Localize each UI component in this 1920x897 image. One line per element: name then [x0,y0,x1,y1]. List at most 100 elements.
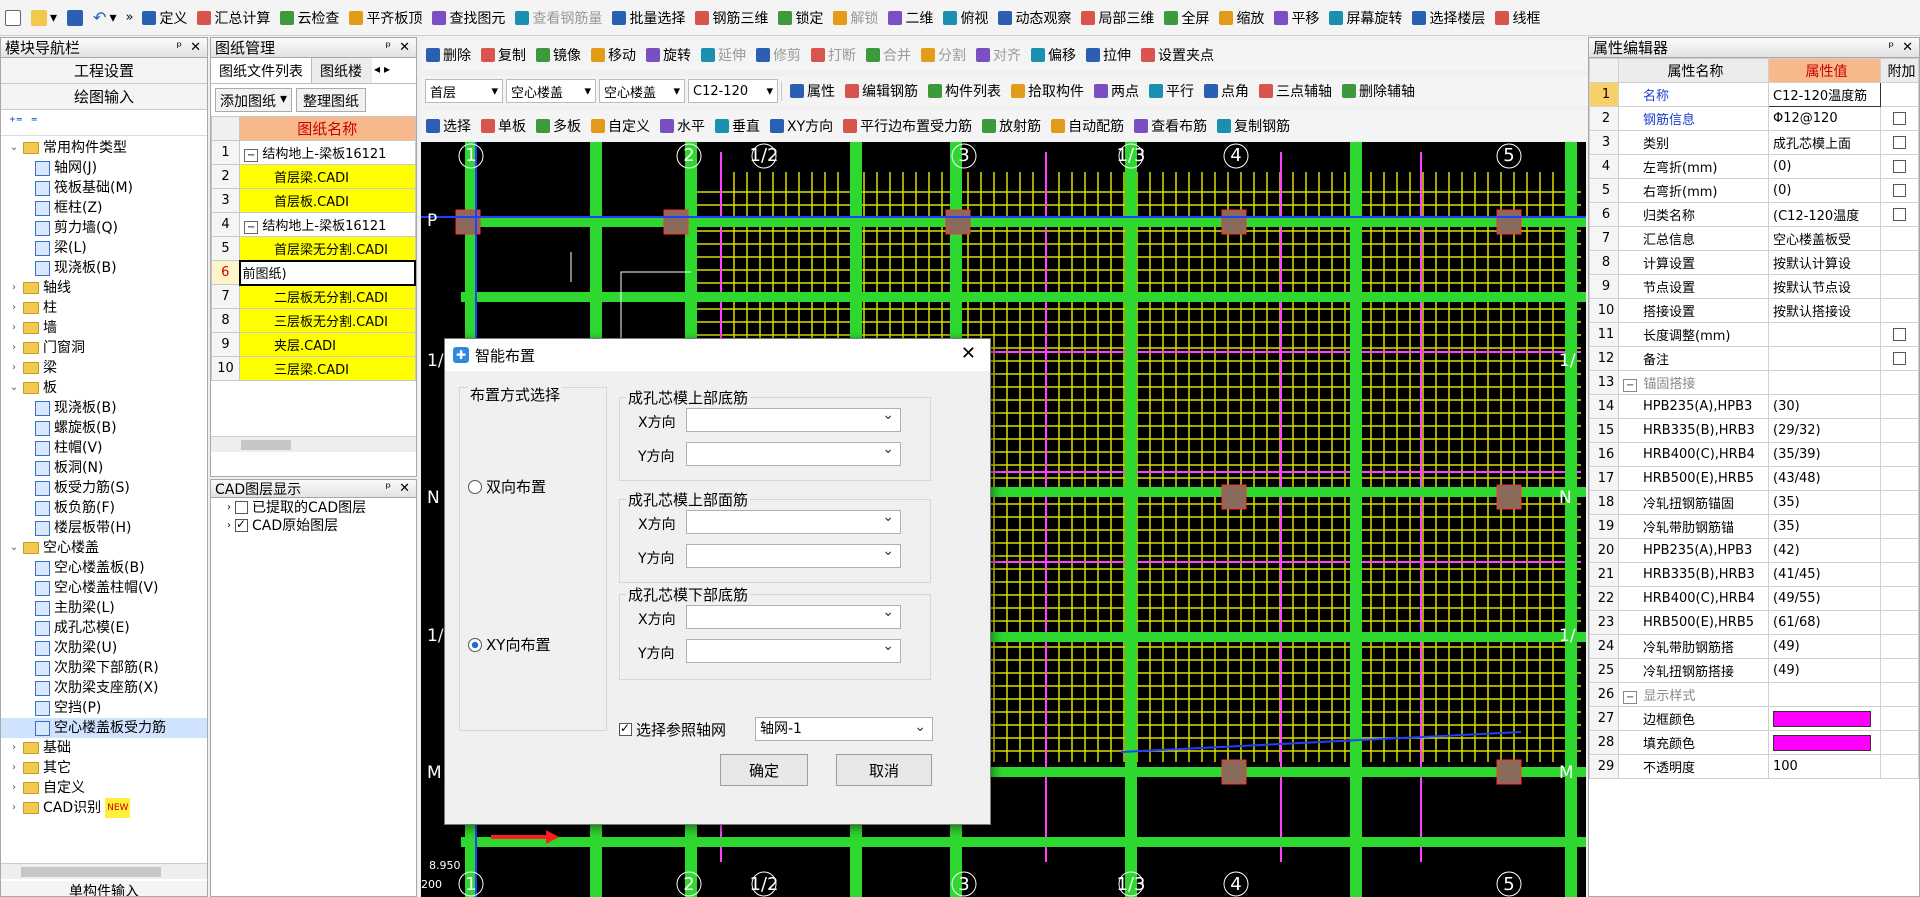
toolbar2-button-3[interactable]: 移动 [586,43,641,67]
toolbar1-button-9[interactable]: 解锁 [828,6,883,30]
radio-bidirectional[interactable]: 双向布置 [468,476,546,497]
drawing-row[interactable]: 6 前图纸) [211,259,416,286]
checkbox-icon[interactable] [1893,352,1906,365]
tree-item[interactable]: › 其它 [1,758,207,778]
expand-toggle-icon[interactable]: › [227,502,231,513]
toolbar1-button-15[interactable]: 缩放 [1214,6,1269,30]
toolbar2-button-5[interactable]: 延伸 [696,43,751,67]
tree-item[interactable]: 梁(L) [1,238,207,258]
prop-value-cell[interactable]: (49/55) [1768,586,1881,611]
toolbar1-button-19[interactable]: 线框 [1490,6,1545,30]
tree-item[interactable]: › 自定义 [1,778,207,798]
drawing-hscroll[interactable] [211,436,416,452]
property-row[interactable]: 11 长度调整(mm) [1589,322,1919,347]
tab-drawing-floors[interactable]: 图纸楼层 [312,58,372,83]
tree-item[interactable]: 板洞(N) [1,458,207,478]
toolbar1-button-6[interactable]: 批量选择 [607,6,690,30]
property-row[interactable]: 7 汇总信息 空心楼盖板受 [1589,226,1919,251]
drawing-row[interactable]: 5 首层梁无分割.CADI [211,236,416,261]
category-select[interactable]: 空心楼盖 ▾ [506,79,596,103]
tree-item[interactable]: ⌄ 空心楼盖 [1,538,207,558]
tab-scroll-right-icon[interactable]: ▸ [382,58,392,83]
drawing-row[interactable]: 10 三层梁.CADI [211,356,416,381]
toolbar1-button-3[interactable]: 平齐板顶 [344,6,427,30]
toolbar1-button-4[interactable]: 查找图元 [427,6,510,30]
property-row[interactable]: 24 冷轧带肋钢筋搭 (49) [1589,634,1919,659]
property-row[interactable]: 9 节点设置 按默认节点设 [1589,274,1919,299]
toolbar1-button-13[interactable]: 局部三维 [1076,6,1159,30]
collapse-icon[interactable]: − [1623,379,1638,392]
toolbar3-button-4[interactable]: 两点 [1089,79,1144,103]
collapse-icon[interactable]: − [244,221,259,234]
pin-icon[interactable]: ᵖ [1889,40,1895,55]
drawing-name-cell[interactable]: 三层梁.CADI [239,356,416,381]
prop-value-cell[interactable]: C12-120温度筋 [1768,82,1881,107]
rebar-select-x[interactable] [686,509,901,534]
property-row[interactable]: 8 计算设置 按默认计算设 [1589,250,1919,275]
drawing-row[interactable]: 2 首层梁.CADI [211,164,416,189]
toolbar3-button-7[interactable]: 三点辅轴 [1254,79,1337,103]
property-row[interactable]: 10 搭接设置 按默认搭接设 [1589,298,1919,323]
property-row[interactable]: 2 钢筋信息 Φ12@120 [1589,106,1919,131]
toolbar2-button-8[interactable]: 合并 [861,43,916,67]
checkbox-icon[interactable] [1893,112,1906,125]
prop-value-cell[interactable]: (42) [1768,538,1881,563]
toolbar1-button-14[interactable]: 全屏 [1159,6,1214,30]
tree-item[interactable]: › 梁 [1,358,207,378]
tree-item[interactable]: 螺旋板(B) [1,418,207,438]
prop-value-cell[interactable] [1768,730,1881,755]
tree-item[interactable]: 剪力墙(Q) [1,218,207,238]
toolbar1-button-10[interactable]: 二维 [883,6,938,30]
close-icon[interactable]: ✕ [190,40,201,55]
expand-toggle-icon[interactable]: › [9,798,19,818]
tree-item[interactable]: › 轴线 [1,278,207,298]
drawing-name-cell[interactable]: 首层板.CADI [239,188,416,213]
drawing-row[interactable]: 8 三层板无分割.CADI [211,308,416,333]
prop-value-cell[interactable]: 按默认计算设 [1768,250,1881,275]
prop-value-cell[interactable]: 按默认节点设 [1768,274,1881,299]
drawing-input-button[interactable]: 绘图输入 [1,84,207,110]
property-row[interactable]: 12 备注 [1589,346,1919,371]
toolbar1-button-16[interactable]: 平移 [1269,6,1324,30]
expand-toggle-icon[interactable]: ⌄ [9,138,19,158]
prop-value-cell[interactable]: (61/68) [1768,610,1881,635]
prop-value-cell[interactable]: (0) [1768,178,1881,203]
tree-item[interactable]: 板负筋(F) [1,498,207,518]
expand-all-icon[interactable]: ⁺⁼ [9,115,23,130]
add-drawing-button[interactable]: 添加图纸 ▾ [215,88,293,112]
property-row[interactable]: 4 左弯折(mm) (0) [1589,154,1919,179]
new-file-button[interactable] [0,6,26,30]
tidy-drawing-button[interactable]: 整理图纸 [296,88,367,112]
property-row[interactable]: 21 HRB335(B),HRB3 (41/45) [1589,562,1919,587]
prop-value-cell[interactable] [1768,322,1881,347]
tree-item[interactable]: 空心楼盖板(B) [1,558,207,578]
prop-value-cell[interactable]: (49) [1768,658,1881,683]
toolbar2-button-6[interactable]: 修剪 [751,43,806,67]
tree-item[interactable]: 次肋梁支座筋(X) [1,678,207,698]
expand-toggle-icon[interactable]: › [9,778,19,798]
drawing-row[interactable]: 7 二层板无分割.CADI [211,284,416,309]
tree-item[interactable]: 楼层板带(H) [1,518,207,538]
property-row[interactable]: 18 冷轧扭钢筋锚固 (35) [1589,490,1919,515]
undo-button[interactable]: ↶ ▾ [88,6,121,30]
project-settings-button[interactable]: 工程设置 [1,58,207,84]
prop-value-cell[interactable]: (35) [1768,514,1881,539]
toolbar2-button-12[interactable]: 拉伸 [1081,43,1136,67]
prop-value-cell[interactable]: (49) [1768,634,1881,659]
axis-select[interactable]: 轴网-1 [755,716,933,741]
toolbar4-button-2[interactable]: 多板 [531,114,586,138]
toolbar1-button-17[interactable]: 屏幕旋转 [1324,6,1407,30]
prop-value-cell[interactable]: (43/48) [1768,466,1881,491]
toolbar1-button-1[interactable]: 汇总计算 [192,6,275,30]
more-icon[interactable]: » [121,10,137,25]
prop-value-cell[interactable]: 100 [1768,754,1881,779]
expand-toggle-icon[interactable]: ⌄ [9,378,19,398]
checkbox-icon[interactable] [1893,160,1906,173]
tree-item[interactable]: 次肋梁(U) [1,638,207,658]
tree-item[interactable]: 成孔芯模(E) [1,618,207,638]
prop-value-cell[interactable]: (35) [1768,490,1881,515]
tab-scroll-left-icon[interactable]: ◂ [372,58,382,83]
drawing-row[interactable]: 4− 结构地上-梁板16121 [211,212,416,237]
prop-value-cell[interactable] [1768,706,1881,731]
drawing-name-cell[interactable]: − 结构地上-梁板16121 [239,140,416,165]
